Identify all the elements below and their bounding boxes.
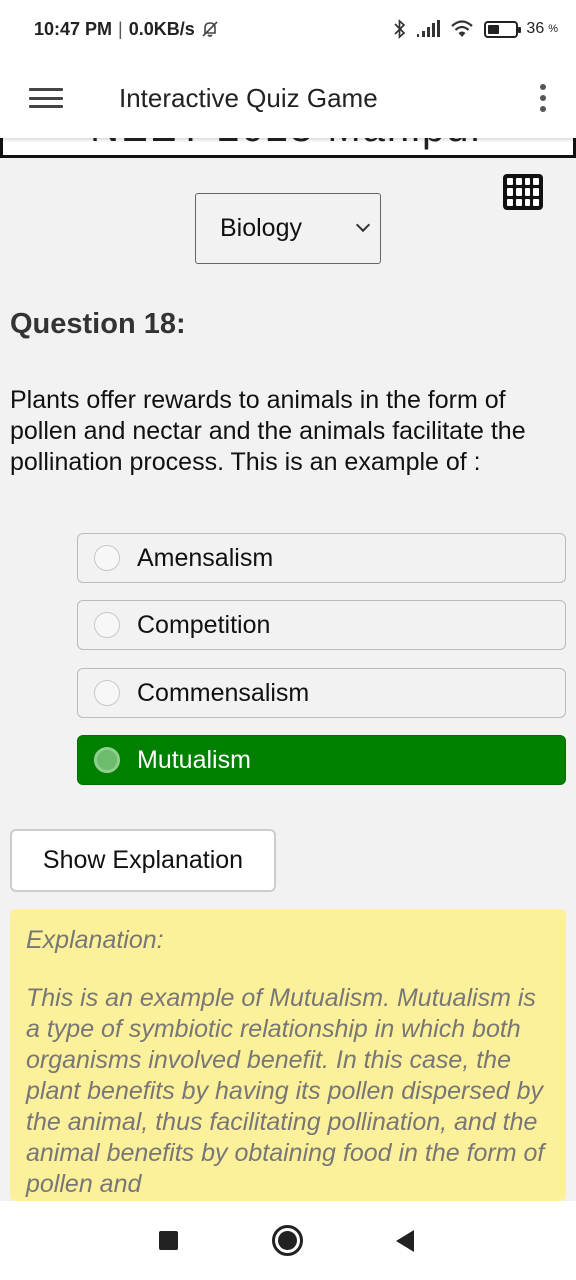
subject-select[interactable]: Biology [195, 193, 381, 264]
option-label: Commensalism [137, 678, 310, 707]
option-label: Competition [137, 610, 271, 639]
radio-button[interactable] [94, 545, 120, 571]
explanation-box: Explanation: This is an example of Mutua… [10, 909, 566, 1201]
signal-icon [417, 20, 441, 37]
radio-button-selected[interactable] [94, 747, 120, 773]
option-competition[interactable]: Competition [77, 600, 566, 650]
status-left: 10:47 PM | 0.0KB/s [34, 19, 219, 40]
app-bar: Interactive Quiz Game [0, 58, 576, 138]
radio-button[interactable] [94, 612, 120, 638]
back-icon[interactable] [396, 1230, 414, 1252]
question-text: Plants offer rewards to animals in the f… [10, 386, 526, 476]
home-icon[interactable] [272, 1225, 303, 1256]
menu-icon[interactable] [29, 86, 63, 110]
explanation-text: This is an example of Mutualism. Mutuali… [26, 984, 545, 1198]
chevron-down-icon [355, 217, 371, 233]
status-right: 36% [394, 19, 558, 39]
battery-percent: 36 [526, 20, 545, 37]
battery-icon [484, 20, 522, 38]
option-amensalism[interactable]: Amensalism [77, 533, 566, 583]
question-grid-icon[interactable] [503, 174, 543, 210]
option-label: Mutualism [137, 745, 251, 774]
recent-apps-icon[interactable] [159, 1231, 178, 1250]
question-title: Question 18: [10, 308, 186, 340]
subject-select-value: Biology [220, 214, 302, 242]
option-label: Amensalism [137, 543, 274, 572]
explanation-label: Explanation: [26, 926, 164, 954]
battery-indicator: 36% [484, 20, 558, 38]
option-mutualism[interactable]: Mutualism [77, 735, 566, 785]
status-bar: 10:47 PM | 0.0KB/s 36% [0, 0, 576, 58]
network-speed: 0.0KB/s [128, 18, 195, 39]
more-options-icon[interactable] [540, 84, 546, 112]
battery-unit: % [548, 23, 558, 35]
option-commensalism[interactable]: Commensalism [77, 668, 566, 718]
status-separator: | [118, 18, 123, 39]
bluetooth-icon [394, 19, 406, 39]
show-explanation-button[interactable]: Show Explanation [10, 829, 276, 892]
wifi-icon [451, 20, 474, 37]
status-time: 10:47 PM [34, 18, 113, 39]
bell-muted-icon [202, 21, 218, 37]
radio-button[interactable] [94, 680, 120, 706]
system-nav-bar [0, 1201, 576, 1280]
app-title: Interactive Quiz Game [119, 82, 378, 113]
